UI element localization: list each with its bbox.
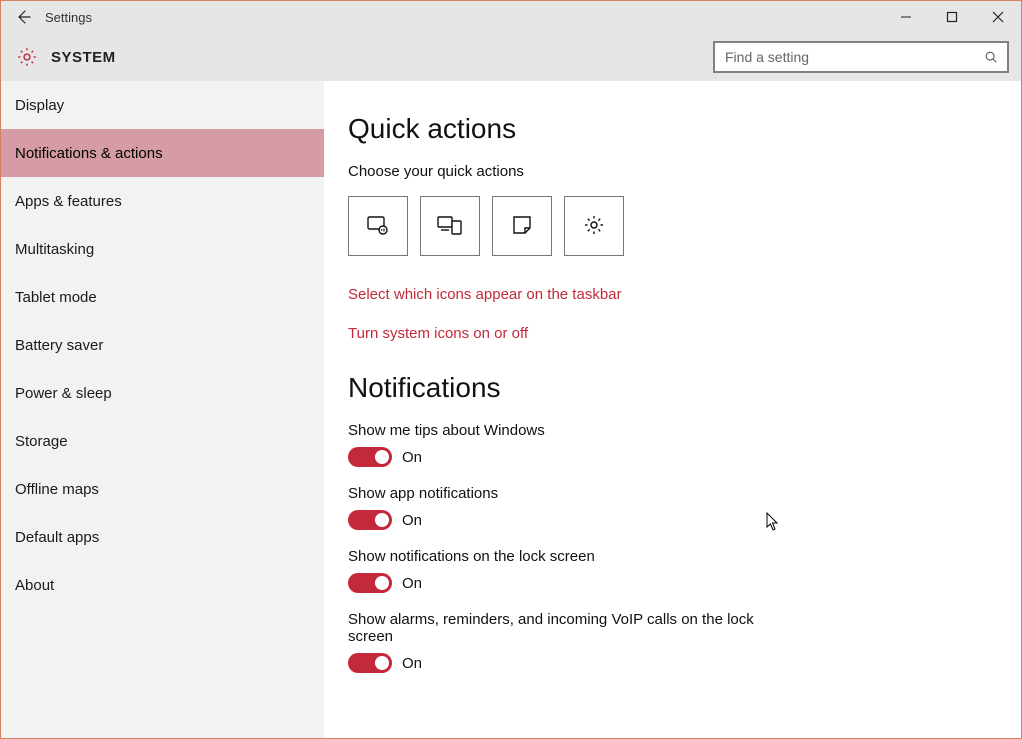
section-quick-actions-title: Quick actions	[348, 113, 997, 145]
sidebar-item-label: Storage	[15, 433, 68, 450]
page-title: SYSTEM	[51, 49, 116, 66]
sidebar-item-label: Apps & features	[15, 193, 122, 210]
quick-tile-all-settings[interactable]	[564, 196, 624, 256]
sidebar-item-display[interactable]: Display	[1, 81, 324, 129]
toggle-app-notifications: Show app notifications On	[348, 485, 997, 530]
toggle-switch[interactable]	[348, 573, 392, 593]
quick-tile-tablet-mode[interactable]	[348, 196, 408, 256]
sidebar-item-label: Display	[15, 97, 64, 114]
sidebar: Display Notifications & actions Apps & f…	[1, 81, 324, 738]
toggle-label: Show alarms, reminders, and incoming VoI…	[348, 611, 768, 645]
sidebar-item-label: Power & sleep	[15, 385, 112, 402]
note-icon	[510, 213, 534, 240]
toggle-lock-screen-notifications: Show notifications on the lock screen On	[348, 548, 997, 593]
sidebar-item-label: About	[15, 577, 54, 594]
toggle-state: On	[402, 449, 422, 466]
sidebar-item-label: Offline maps	[15, 481, 99, 498]
minimize-button[interactable]	[883, 1, 929, 33]
close-button[interactable]	[975, 1, 1021, 33]
quick-tile-note[interactable]	[492, 196, 552, 256]
sidebar-item-label: Tablet mode	[15, 289, 97, 306]
sidebar-item-tablet-mode[interactable]: Tablet mode	[1, 273, 324, 321]
toggle-state: On	[402, 512, 422, 529]
quick-action-tiles	[348, 196, 997, 256]
sidebar-item-label: Notifications & actions	[15, 145, 163, 162]
sidebar-item-storage[interactable]: Storage	[1, 417, 324, 465]
toggle-tips: Show me tips about Windows On	[348, 422, 997, 467]
sidebar-item-about[interactable]: About	[1, 561, 324, 609]
sidebar-item-battery[interactable]: Battery saver	[1, 321, 324, 369]
sidebar-item-offline-maps[interactable]: Offline maps	[1, 465, 324, 513]
link-system-icons[interactable]: Turn system icons on or off	[348, 325, 997, 342]
all-settings-icon	[582, 213, 606, 240]
sidebar-item-apps[interactable]: Apps & features	[1, 177, 324, 225]
toggle-state: On	[402, 655, 422, 672]
section-notifications-title: Notifications	[348, 372, 997, 404]
sidebar-item-label: Battery saver	[15, 337, 103, 354]
search-box[interactable]	[713, 41, 1009, 73]
gear-icon	[13, 43, 41, 71]
toggle-label: Show app notifications	[348, 485, 768, 502]
sidebar-item-label: Multitasking	[15, 241, 94, 258]
toggle-label: Show me tips about Windows	[348, 422, 768, 439]
toggle-alarms-lock-screen: Show alarms, reminders, and incoming VoI…	[348, 611, 997, 673]
window-controls	[883, 1, 1021, 33]
sidebar-item-notifications[interactable]: Notifications & actions	[1, 129, 324, 177]
sidebar-item-multitasking[interactable]: Multitasking	[1, 225, 324, 273]
search-input[interactable]	[723, 48, 983, 66]
header: SYSTEM	[1, 33, 1021, 81]
quick-tile-connect[interactable]	[420, 196, 480, 256]
window-title: Settings	[45, 10, 92, 25]
sidebar-item-power[interactable]: Power & sleep	[1, 369, 324, 417]
quick-actions-subtext: Choose your quick actions	[348, 163, 997, 180]
toggle-switch[interactable]	[348, 510, 392, 530]
search-icon	[983, 49, 999, 65]
sidebar-item-default-apps[interactable]: Default apps	[1, 513, 324, 561]
maximize-button[interactable]	[929, 1, 975, 33]
toggle-label: Show notifications on the lock screen	[348, 548, 768, 565]
toggle-state: On	[402, 575, 422, 592]
tablet-mode-icon	[365, 212, 391, 241]
connect-icon	[436, 212, 464, 241]
titlebar: Settings	[1, 1, 1021, 33]
sidebar-item-label: Default apps	[15, 529, 99, 546]
back-button[interactable]	[9, 3, 37, 31]
toggle-switch[interactable]	[348, 447, 392, 467]
content: Quick actions Choose your quick actions	[324, 81, 1021, 738]
toggle-switch[interactable]	[348, 653, 392, 673]
link-taskbar-icons[interactable]: Select which icons appear on the taskbar	[348, 286, 997, 303]
